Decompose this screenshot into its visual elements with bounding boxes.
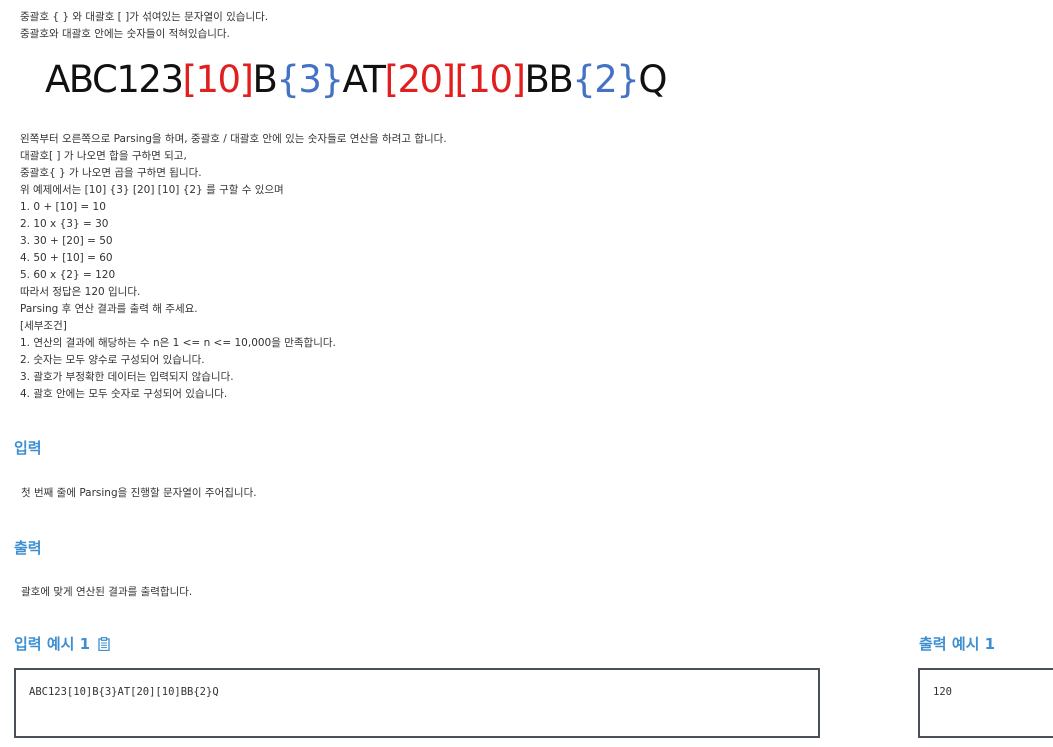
string-segment-plain: B bbox=[252, 58, 277, 101]
problem-description: 왼쪽부터 오른쪽으로 Parsing을 하며, 중괄호 / 대괄호 안에 있는 … bbox=[20, 131, 447, 403]
description-line: [세부조건] bbox=[20, 320, 67, 332]
output-example-title: 출력 예시 1 bbox=[919, 635, 996, 653]
input-example-content: ABC123[10]B{3}AT[20][10]BB{2}Q bbox=[29, 686, 219, 698]
description-line: 5. 60 x {2} = 120 bbox=[20, 269, 116, 281]
description-line: 4. 괄호 안에는 모두 숫자로 구성되어 있습니다. bbox=[20, 388, 228, 400]
string-segment-plain: ABC123 bbox=[45, 58, 184, 101]
string-segment-plain: BB bbox=[524, 58, 573, 101]
example-string-display: ABC123[10]B{3}AT[20][10]BB{2}Q bbox=[45, 56, 667, 104]
string-segment-curly-bracket: {3} bbox=[276, 58, 344, 101]
description-line: 대괄호[ ] 가 나오면 합을 구하면 되고, bbox=[20, 150, 187, 162]
description-line: 2. 숫자는 모두 양수로 구성되어 있습니다. bbox=[20, 354, 205, 366]
string-segment-plain: AT bbox=[342, 58, 386, 101]
input-example-title: 입력 예시 1 bbox=[14, 635, 91, 653]
output-section-text: 괄호에 맞게 연산된 결과를 출력합니다. bbox=[21, 586, 193, 598]
intro-line: 중괄호 { } 와 대괄호 [ ]가 섞여있는 문자열이 있습니다. bbox=[20, 11, 269, 23]
output-example-content: 120 bbox=[933, 686, 952, 698]
description-line: 중괄호{ } 가 나오면 곱을 구하면 됩니다. bbox=[20, 167, 202, 179]
output-example-header: 출력 예시 1 bbox=[919, 633, 995, 654]
description-line: 3. 30 + [20] = 50 bbox=[20, 235, 113, 247]
string-segment-plain: Q bbox=[638, 58, 667, 101]
description-line: 2. 10 x {3} = 30 bbox=[20, 218, 109, 230]
description-line: 4. 50 + [10] = 60 bbox=[20, 252, 113, 264]
input-example-header: 입력 예시 1 bbox=[14, 633, 110, 654]
output-example-box[interactable]: 120 bbox=[918, 668, 1053, 738]
clipboard-icon[interactable] bbox=[98, 636, 110, 651]
output-section-title: 출력 bbox=[14, 539, 42, 557]
input-section-text: 첫 번째 줄에 Parsing을 진행할 문자열이 주어집니다. bbox=[21, 487, 257, 499]
intro-line: 중괄호와 대괄호 안에는 숫자들이 적혀있습니다. bbox=[20, 28, 230, 40]
description-line: 위 예제에서는 [10] {3} [20] [10] {2} 를 구할 수 있으… bbox=[20, 184, 284, 196]
input-section-title: 입력 bbox=[14, 439, 42, 457]
description-line: 따라서 정답은 120 입니다. bbox=[20, 286, 141, 298]
description-line: 3. 괄호가 부정확한 데이터는 입력되지 않습니다. bbox=[20, 371, 234, 383]
string-segment-square-bracket: [10] bbox=[454, 58, 525, 101]
description-line: Parsing 후 연산 결과를 출력 해 주세요. bbox=[20, 303, 198, 315]
string-segment-square-bracket: [10] bbox=[182, 58, 254, 101]
string-segment-curly-bracket: {2} bbox=[572, 58, 640, 101]
intro-text: 중괄호 { } 와 대괄호 [ ]가 섞여있는 문자열이 있습니다. 중괄호와 … bbox=[20, 9, 268, 43]
description-line: 1. 0 + [10] = 10 bbox=[20, 201, 106, 213]
input-example-box[interactable]: ABC123[10]B{3}AT[20][10]BB{2}Q bbox=[14, 668, 820, 738]
string-segment-square-bracket: [20] bbox=[384, 58, 456, 101]
description-line: 왼쪽부터 오른쪽으로 Parsing을 하며, 중괄호 / 대괄호 안에 있는 … bbox=[20, 133, 447, 145]
description-line: 1. 연산의 결과에 해당하는 수 n은 1 <= n <= 10,000을 만… bbox=[20, 337, 336, 349]
